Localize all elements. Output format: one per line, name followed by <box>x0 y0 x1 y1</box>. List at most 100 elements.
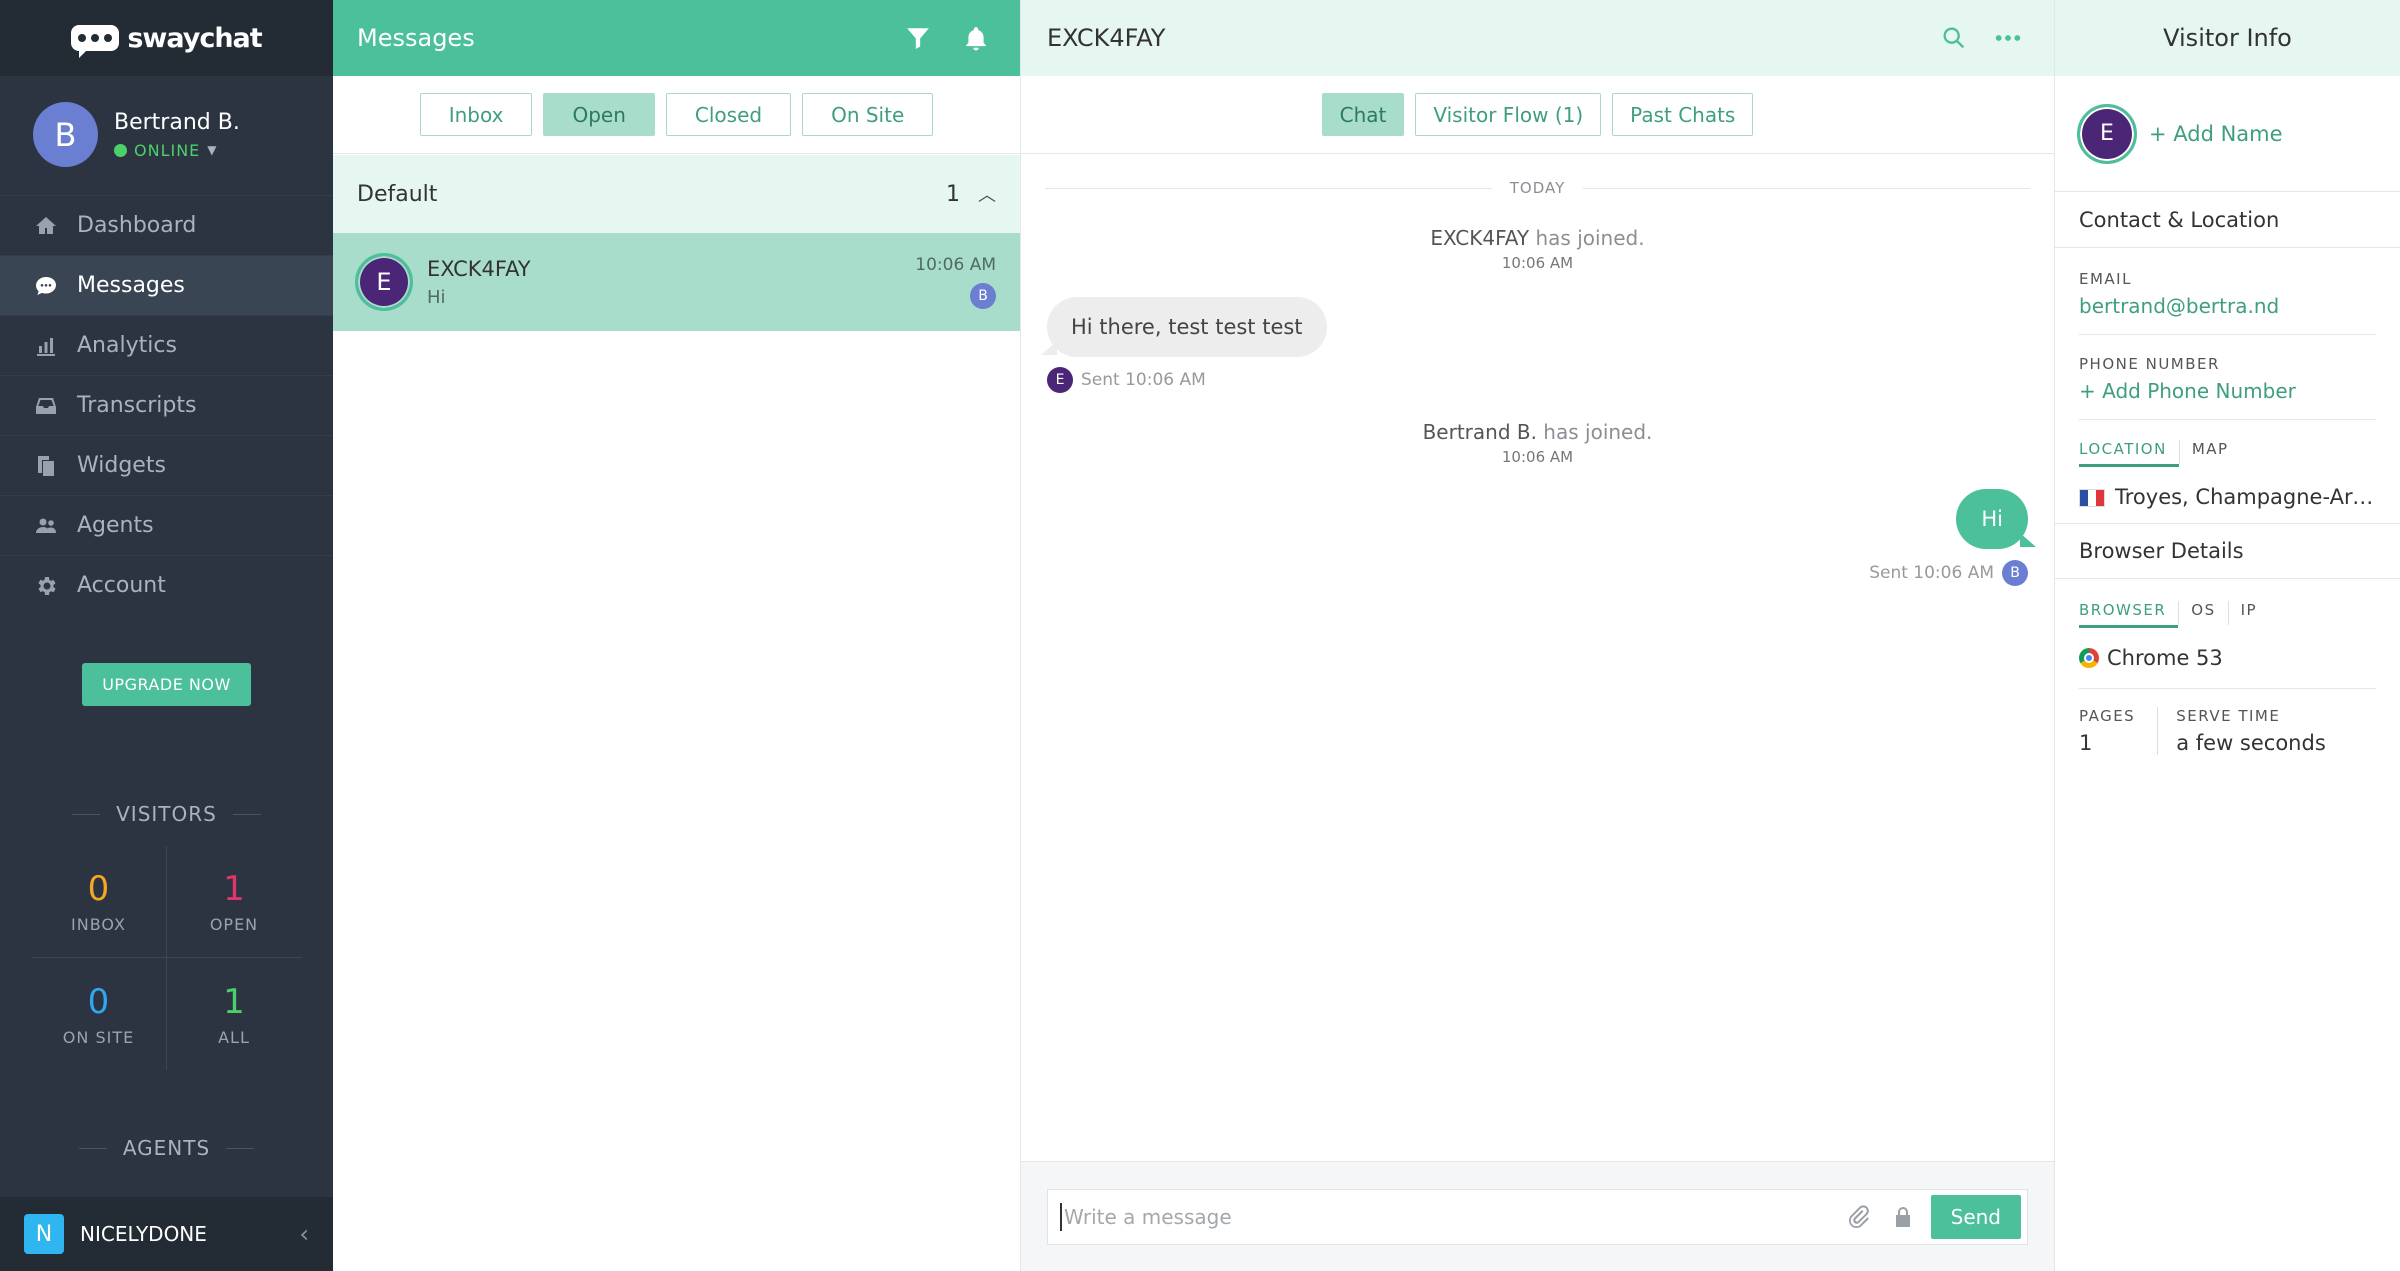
filter-open[interactable]: Open <box>543 93 655 136</box>
chevron-up-icon[interactable]: ︿ <box>978 181 996 207</box>
tab-ip[interactable]: IP <box>2227 601 2269 625</box>
brand-name: swaychat <box>127 22 262 54</box>
serve-time-label: SERVE TIME <box>2176 707 2281 725</box>
messages-header: Messages <box>333 0 1020 76</box>
user-profile[interactable]: B Bertrand B. ONLINE ▼ <box>0 76 333 193</box>
messages-panel: Messages Inbox Open Closed On Site Defau… <box>333 0 1021 1271</box>
inbox-tray-icon <box>33 393 59 419</box>
pages-stat: PAGES 1 <box>2079 707 2157 755</box>
visitor-avatar: E <box>355 253 413 311</box>
caret-down-icon: ▼ <box>207 143 218 157</box>
nav-item-account[interactable]: Account <box>0 555 333 615</box>
send-button[interactable]: Send <box>1930 1194 2021 1239</box>
user-avatar: B <box>33 102 98 167</box>
session-stats: PAGES 1 SERVE TIME a few seconds <box>2055 707 2400 755</box>
france-flag-icon <box>2079 489 2105 507</box>
email-field: EMAIL bertrand@bertra.nd <box>2055 270 2400 318</box>
browser-value: Chrome 53 <box>2055 646 2400 670</box>
filter-closed[interactable]: Closed <box>665 93 792 136</box>
filter-inbox[interactable]: Inbox <box>419 93 533 136</box>
stat-all[interactable]: 1 ALL <box>167 958 302 1070</box>
browser-details-header: Browser Details <box>2055 523 2400 579</box>
home-icon <box>33 213 59 239</box>
tab-past-chats[interactable]: Past Chats <box>1612 93 1754 136</box>
sidebar: swaychat B Bertrand B. ONLINE ▼ Dashboar… <box>0 0 333 1271</box>
chat-panel: EXCK4FAY Chat Visitor Flow (1) Past Chat… <box>1021 0 2055 1271</box>
serve-time-value: a few seconds <box>2176 731 2326 755</box>
collapse-chevron-icon[interactable]: ‹ <box>299 1220 309 1248</box>
sent-time: Sent 10:06 AM <box>1081 370 1206 390</box>
bell-icon[interactable] <box>956 18 996 58</box>
more-options-icon[interactable] <box>1988 18 2028 58</box>
joined-name: Bertrand B. <box>1422 420 1537 444</box>
outgoing-sent-info: Sent 10:06 AM B <box>1869 560 2028 586</box>
chat-title: EXCK4FAY <box>1047 24 1166 52</box>
stat-inbox[interactable]: 0 INBOX <box>31 846 167 958</box>
stat-open[interactable]: 1 OPEN <box>166 846 302 958</box>
tab-os[interactable]: OS <box>2178 601 2227 625</box>
system-time: 10:06 AM <box>1501 254 1574 272</box>
sent-time: Sent 10:06 AM <box>1869 563 1994 583</box>
status-dropdown[interactable]: ONLINE ▼ <box>114 141 240 160</box>
stat-label: INBOX <box>71 915 126 934</box>
upgrade-now-button[interactable]: UPGRADE NOW <box>82 663 251 706</box>
nav-item-messages[interactable]: Messages <box>0 255 333 315</box>
serve-time-stat: SERVE TIME a few seconds <box>2157 707 2348 755</box>
stat-value: 1 <box>223 981 245 1022</box>
filter-icon[interactable] <box>898 18 938 58</box>
nav-label: Messages <box>77 273 185 298</box>
system-message: Bertrand B. has joined. 10:06 AM <box>1021 420 2054 466</box>
conversation-item[interactable]: E EXCK4FAY Hi 10:06 AM B <box>333 233 1020 331</box>
messages-title: Messages <box>357 24 475 52</box>
brand-logo[interactable]: swaychat <box>0 0 333 76</box>
composer-area: Send <box>1021 1161 2054 1271</box>
paperclip-icon[interactable] <box>1837 1195 1881 1239</box>
system-message: EXCK4FAY has joined. 10:06 AM <box>1021 226 2054 272</box>
joined-name: EXCK4FAY <box>1430 226 1530 250</box>
filter-on-site[interactable]: On Site <box>802 93 934 136</box>
sidebar-footer: N NICELYDONE ‹ <box>0 1197 333 1271</box>
bar-chart-icon <box>33 333 59 359</box>
nav-item-transcripts[interactable]: Transcripts <box>0 375 333 435</box>
nav-item-widgets[interactable]: Widgets <box>0 435 333 495</box>
tab-map[interactable]: MAP <box>2178 440 2241 464</box>
nav-label: Transcripts <box>77 393 197 418</box>
online-dot-icon <box>114 143 127 157</box>
nav-item-analytics[interactable]: Analytics <box>0 315 333 375</box>
tab-location[interactable]: LOCATION <box>2079 440 2179 467</box>
add-name-link[interactable]: + Add Name <box>2149 122 2283 146</box>
group-count: 1 <box>946 181 960 207</box>
agents-section-title: AGENTS <box>0 1136 333 1160</box>
nav-label: Agents <box>77 513 154 538</box>
main-nav: Dashboard Messages Analytics Transcripts… <box>0 195 333 615</box>
visitor-identity: E + Add Name <box>2055 76 2400 192</box>
system-time: 10:06 AM <box>1501 448 1574 466</box>
visitor-info-title: Visitor Info <box>2055 0 2400 76</box>
tab-visitor-flow[interactable]: Visitor Flow (1) <box>1415 93 1602 136</box>
stat-label: ALL <box>218 1027 250 1047</box>
message-input[interactable] <box>1060 1202 1837 1231</box>
contact-location-header: Contact & Location <box>2055 192 2400 248</box>
email-label: EMAIL <box>2079 270 2132 288</box>
location-tabs: LOCATION MAP <box>2055 440 2400 467</box>
tab-browser[interactable]: BROWSER <box>2079 601 2179 628</box>
logo-icon <box>71 25 120 58</box>
lock-icon[interactable] <box>1881 1195 1925 1239</box>
group-header-default[interactable]: Default 1 ︿ <box>333 155 1020 233</box>
nav-item-agents[interactable]: Agents <box>0 495 333 555</box>
email-value[interactable]: bertrand@bertra.nd <box>2079 294 2376 318</box>
agent-avatar: B <box>2002 560 2028 586</box>
chat-tabs: Chat Visitor Flow (1) Past Chats <box>1021 76 2054 154</box>
conversation-time: 10:06 AM <box>915 255 996 275</box>
day-label: TODAY <box>1509 179 1566 197</box>
tab-chat[interactable]: Chat <box>1321 93 1405 136</box>
stat-on-site[interactable]: 0 ON SITE <box>32 958 167 1070</box>
nav-label: Account <box>77 573 166 598</box>
add-phone-link[interactable]: + Add Phone Number <box>2079 379 2376 403</box>
pages-label: PAGES <box>2079 707 2136 725</box>
visitor-info-panel: Visitor Info E + Add Name Contact & Loca… <box>2055 0 2400 1271</box>
search-icon[interactable] <box>1934 18 1974 58</box>
nav-item-dashboard[interactable]: Dashboard <box>0 195 333 255</box>
message-filter-tabs: Inbox Open Closed On Site <box>333 76 1020 154</box>
joined-text: has joined. <box>1529 226 1645 250</box>
